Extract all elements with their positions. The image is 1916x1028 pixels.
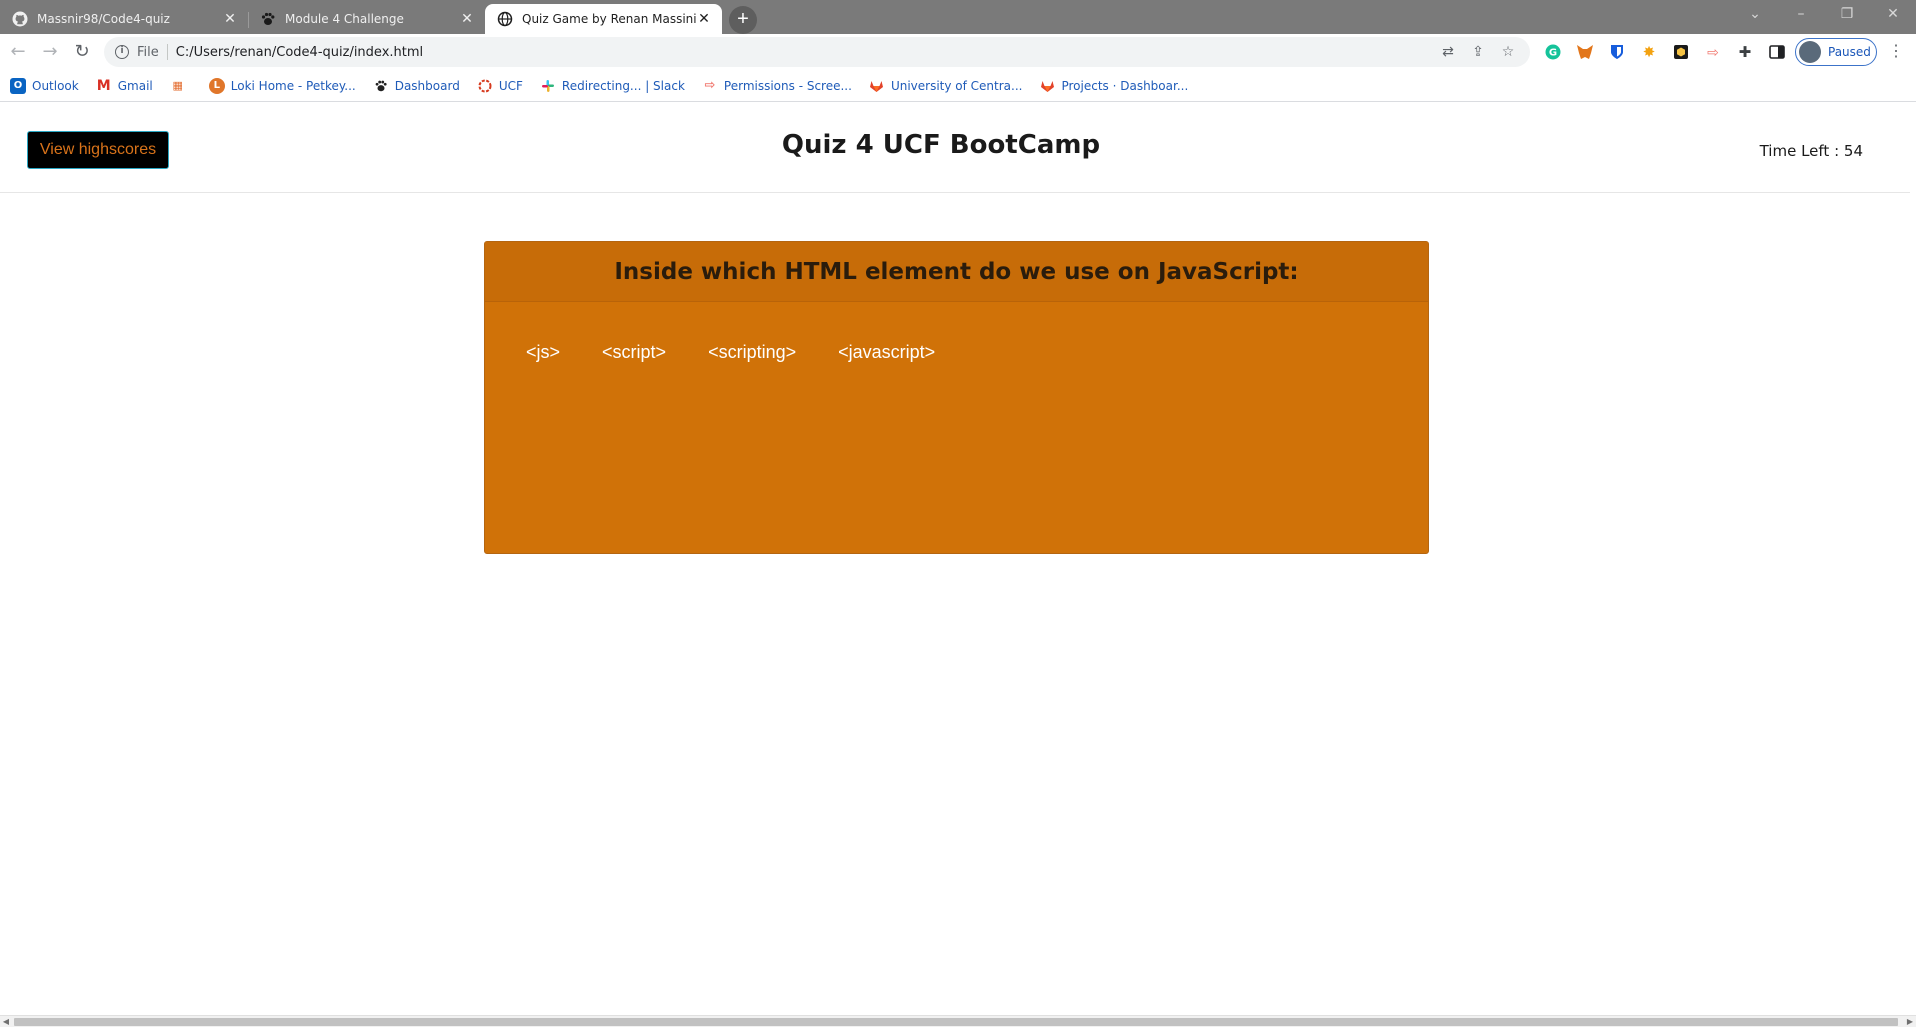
bookmark-label: UCF bbox=[498, 78, 523, 93]
bookmark-star-icon[interactable]: ☆ bbox=[1498, 43, 1518, 61]
address-divider bbox=[166, 44, 168, 60]
webcourses-icon: ▦ bbox=[172, 79, 183, 92]
restore-icon[interactable]: ❐ bbox=[1824, 0, 1870, 30]
close-window-icon[interactable]: ✕ bbox=[1870, 0, 1916, 30]
close-tab-icon[interactable]: ✕ bbox=[459, 11, 475, 27]
answer-choices: <js> <script> <scripting> <javascript> bbox=[485, 302, 1428, 363]
bookmark-label: Gmail bbox=[117, 78, 153, 93]
timer: Time Left : 54 bbox=[1760, 142, 1863, 160]
grammarly-icon[interactable]: G bbox=[1543, 42, 1563, 62]
reload-icon[interactable]: ↻ bbox=[70, 40, 94, 64]
gitlab-icon bbox=[1039, 78, 1055, 94]
svg-text:G: G bbox=[1549, 48, 1557, 59]
tab-title: Module 4 Challenge bbox=[285, 12, 404, 26]
permissions-icon: ⇨ bbox=[704, 78, 716, 93]
browser-tab[interactable]: Massnir98/Code4-quiz ✕ bbox=[0, 4, 248, 34]
bookmark-label: Dashboard bbox=[394, 78, 460, 93]
bookmark-label: Redirecting... | Slack bbox=[561, 78, 685, 93]
globe-icon bbox=[497, 11, 513, 27]
bookmark-label: University of Centra... bbox=[890, 78, 1023, 93]
page-title: Quiz 4 UCF BootCamp bbox=[781, 130, 1101, 160]
bookmark-dashboard[interactable]: Dashboard bbox=[373, 78, 460, 94]
new-tab-button[interactable]: + bbox=[729, 6, 757, 34]
metamask-icon[interactable] bbox=[1575, 42, 1595, 62]
screencast-extension-icon[interactable]: ⇨ bbox=[1703, 42, 1723, 62]
minimize-icon[interactable]: – bbox=[1778, 0, 1824, 30]
github-icon bbox=[12, 11, 28, 27]
answer-choice-scripting[interactable]: <scripting> bbox=[705, 342, 799, 363]
back-arrow-icon[interactable]: ← bbox=[6, 40, 30, 64]
bookmark-outlook[interactable]: O Outlook bbox=[10, 77, 79, 94]
bookmark-gmail[interactable]: M Gmail bbox=[96, 78, 153, 94]
answer-choice-script[interactable]: <script> bbox=[599, 342, 669, 363]
bookmark-ucf[interactable]: UCF bbox=[477, 78, 523, 94]
sparkle-extension-icon[interactable]: ✸ bbox=[1639, 42, 1659, 62]
bookmark-webcourses[interactable]: ▦ bbox=[170, 78, 192, 94]
quiz-card: Inside which HTML element do we use on J… bbox=[484, 241, 1429, 554]
bookmark-slack[interactable]: Redirecting... | Slack bbox=[540, 78, 685, 94]
bookmark-university-gitlab[interactable]: University of Centra... bbox=[869, 78, 1023, 94]
bookmark-loki-home[interactable]: L Loki Home - Petkey... bbox=[208, 77, 356, 94]
profile-status-label: Paused bbox=[1828, 45, 1871, 59]
url-text[interactable]: C:/Users/renan/Code4-quiz/index.html bbox=[176, 45, 423, 60]
page-viewport: View highscores Quiz 4 UCF BootCamp Time… bbox=[0, 103, 1916, 1015]
scrollbar-thumb[interactable] bbox=[14, 1018, 1898, 1026]
pawprint-icon bbox=[373, 78, 389, 94]
answer-choice-javascript[interactable]: <javascript> bbox=[835, 342, 938, 363]
profile-button[interactable]: Paused bbox=[1795, 38, 1877, 66]
outlook-icon: O bbox=[10, 77, 26, 94]
quiz-header: View highscores Quiz 4 UCF BootCamp Time… bbox=[0, 103, 1910, 193]
bitwarden-icon[interactable] bbox=[1607, 42, 1627, 62]
tab-title: Massnir98/Code4-quiz bbox=[37, 12, 170, 26]
address-bar[interactable]: i File C:/Users/renan/Code4-quiz/index.h… bbox=[104, 37, 1530, 67]
browser-tab-strip: Massnir98/Code4-quiz ✕ Module 4 Challeng… bbox=[0, 0, 1916, 34]
quiz-card-header: Inside which HTML element do we use on J… bbox=[485, 242, 1428, 302]
gmail-icon: M bbox=[96, 77, 111, 94]
bookmark-permissions[interactable]: ⇨ Permissions - Scree... bbox=[702, 78, 852, 94]
tab-search-icon[interactable]: ⌄ bbox=[1732, 0, 1778, 30]
browser-tab[interactable]: Module 4 Challenge ✕ bbox=[248, 4, 485, 34]
ucf-icon bbox=[477, 78, 493, 94]
close-tab-icon[interactable]: ✕ bbox=[222, 11, 238, 27]
browser-menu-icon[interactable]: ⋮ bbox=[1888, 43, 1904, 61]
browser-toolbar: ← → ↻ i File C:/Users/renan/Code4-quiz/i… bbox=[0, 34, 1916, 70]
side-panel-icon[interactable] bbox=[1767, 42, 1787, 62]
question-text: Inside which HTML element do we use on J… bbox=[614, 258, 1299, 285]
bookmark-label: Outlook bbox=[32, 78, 79, 93]
slack-icon bbox=[540, 78, 556, 94]
avatar bbox=[1799, 41, 1821, 63]
bookmarks-bar: O Outlook M Gmail ▦ L Loki Home - Petkey… bbox=[0, 70, 1916, 102]
translate-icon[interactable]: ⇄ bbox=[1438, 43, 1458, 61]
scroll-left-icon[interactable]: ◀ bbox=[0, 1016, 12, 1028]
loki-icon: L bbox=[208, 77, 225, 94]
extensions-puzzle-icon[interactable]: ✚ bbox=[1735, 42, 1755, 62]
bookmark-projects-gitlab[interactable]: Projects · Dashboar... bbox=[1039, 78, 1188, 94]
bookmark-label: Permissions - Scree... bbox=[723, 78, 852, 93]
tab-title: Quiz Game by Renan Massini bbox=[522, 12, 696, 26]
pawprint-icon bbox=[260, 11, 276, 27]
timer-label: Time Left : bbox=[1759, 142, 1844, 160]
bookmark-label: Projects · Dashboar... bbox=[1061, 78, 1189, 93]
url-scheme-label: File bbox=[137, 44, 159, 60]
timer-value: 54 bbox=[1843, 142, 1863, 160]
gitlab-icon bbox=[869, 78, 885, 94]
bookmark-label: Loki Home - Petkey... bbox=[230, 78, 356, 93]
horizontal-scrollbar[interactable]: ◀ ▶ bbox=[0, 1015, 1916, 1027]
answer-choice-js[interactable]: <js> bbox=[523, 342, 563, 363]
scroll-right-icon[interactable]: ▶ bbox=[1904, 1016, 1916, 1028]
site-info-icon[interactable]: i bbox=[115, 45, 129, 59]
browser-tab-active[interactable]: Quiz Game by Renan Massini ✕ bbox=[485, 4, 722, 34]
forward-arrow-icon[interactable]: → bbox=[38, 40, 62, 64]
share-icon[interactable]: ⇪ bbox=[1468, 43, 1488, 61]
honey-extension-icon[interactable] bbox=[1671, 42, 1691, 62]
close-tab-icon[interactable]: ✕ bbox=[696, 11, 712, 27]
